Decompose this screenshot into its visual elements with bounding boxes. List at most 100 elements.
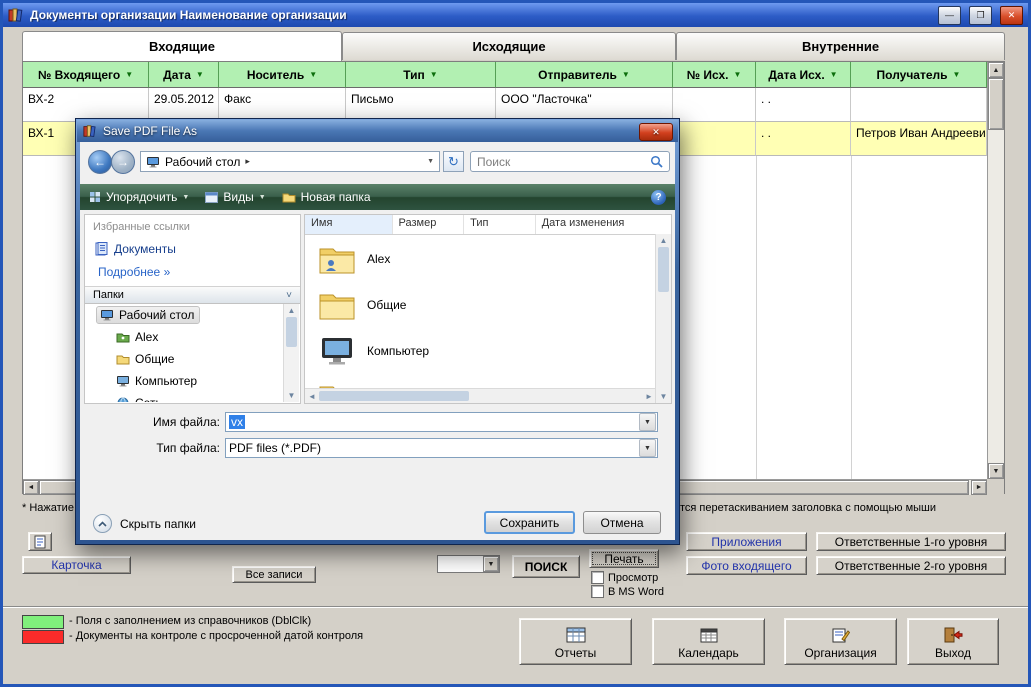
scroll-left-button[interactable]: ◄ [307, 392, 317, 401]
new-folder-button[interactable]: Новая папка [282, 190, 371, 204]
sort-arrow-icon[interactable]: ▼ [622, 71, 630, 79]
scroll-thumb[interactable] [988, 78, 1004, 130]
refresh-button[interactable]: ↻ [443, 151, 464, 172]
preview-checkbox[interactable]: Просмотр [591, 571, 658, 584]
card-button[interactable]: Карточка [22, 556, 131, 574]
computer-icon [116, 375, 130, 387]
filter-combobox[interactable]: ▼ [437, 555, 500, 573]
scroll-left-button[interactable]: ◄ [23, 480, 39, 495]
scroll-up-button[interactable]: ▲ [284, 306, 299, 315]
filename-input[interactable]: vx ▼ [225, 412, 658, 432]
breadcrumb-dropdown-icon[interactable]: ▼ [427, 158, 434, 165]
column-header[interactable]: № Исх.▼ [673, 62, 756, 88]
column-header[interactable]: Дата Исх.▼ [756, 62, 851, 88]
scroll-down-button[interactable]: ▼ [284, 391, 299, 400]
tab-outgoing[interactable]: Исходящие [342, 32, 676, 60]
sort-arrow-icon[interactable]: ▼ [196, 71, 204, 79]
new-document-button[interactable] [28, 532, 52, 551]
search-box[interactable]: Поиск [470, 151, 670, 172]
folder-icon [116, 354, 130, 365]
column-header[interactable]: Тип▼ [346, 62, 496, 88]
table-vertical-scrollbar[interactable]: ▲ ▼ [987, 62, 1004, 479]
responsible-level1-button[interactable]: Ответственные 1-го уровня [816, 532, 1006, 551]
sort-arrow-icon[interactable]: ▼ [125, 71, 133, 79]
sort-arrow-icon[interactable]: ▼ [733, 71, 741, 79]
column-header[interactable]: Дата▼ [149, 62, 219, 88]
exit-button[interactable]: Выход [907, 618, 999, 665]
maximize-button[interactable]: ❐ [969, 6, 992, 25]
breadcrumb-arrow-icon[interactable]: ▸ [245, 156, 250, 167]
favorites-more-link[interactable]: Подробнее » [98, 265, 170, 279]
breadcrumb-location[interactable]: Рабочий стол [165, 155, 240, 169]
list-item-obschie[interactable]: Общие [305, 282, 656, 328]
applications-button[interactable]: Приложения [686, 532, 807, 551]
responsible-level2-button[interactable]: Ответственные 2-го уровня [816, 556, 1006, 575]
table-row[interactable]: ВХ-2 29.05.2012 Факс Письмо ООО "Ласточк… [23, 88, 987, 122]
sort-arrow-icon[interactable]: ▼ [830, 71, 838, 79]
favorites-item-documents[interactable]: Документы [95, 242, 176, 256]
scroll-down-button[interactable]: ▼ [988, 463, 1004, 479]
tab-internal[interactable]: Внутренние [676, 32, 1005, 60]
breadcrumb[interactable]: Рабочий стол ▸ ▼ [140, 151, 440, 172]
tree-item-network[interactable]: Сеть [85, 392, 284, 402]
cancel-button[interactable]: Отмена [583, 511, 661, 534]
close-button[interactable]: ✕ [1000, 6, 1023, 25]
tree-item-desktop[interactable]: Рабочий стол [85, 304, 284, 326]
scroll-up-button[interactable]: ▲ [988, 62, 1004, 78]
favorites-title: Избранные ссылки [93, 221, 190, 233]
scroll-right-button[interactable]: ► [971, 480, 987, 495]
all-records-button[interactable]: Все записи [232, 566, 316, 583]
scroll-up-button[interactable]: ▲ [656, 236, 671, 245]
checkbox-box[interactable] [591, 571, 604, 584]
search-button[interactable]: ПОИСК [512, 555, 580, 578]
dialog-close-button[interactable]: ✕ [639, 123, 673, 141]
combo-arrow-icon[interactable]: ▼ [639, 439, 656, 457]
column-header[interactable]: Носитель▼ [219, 62, 346, 88]
msword-checkbox[interactable]: В MS Word [591, 585, 664, 598]
sort-arrow-icon[interactable]: ▼ [309, 71, 317, 79]
combo-arrow-icon[interactable]: ▼ [639, 413, 656, 431]
scroll-right-button[interactable]: ► [644, 392, 654, 401]
column-header[interactable]: Отправитель▼ [496, 62, 673, 88]
tree-item-computer[interactable]: Компьютер [85, 370, 284, 392]
checkbox-box[interactable] [591, 585, 604, 598]
back-button[interactable]: ← [88, 150, 112, 174]
file-list-vertical-scrollbar[interactable]: ▲ ▼ [655, 234, 671, 403]
hide-folders-button[interactable]: Скрыть папки [93, 514, 196, 533]
sort-arrow-icon[interactable]: ▼ [953, 71, 961, 79]
tree-item-obschie[interactable]: Общие [85, 348, 284, 370]
tree-item-alex[interactable]: Alex [85, 326, 284, 348]
organize-menu[interactable]: Упорядочить ▼ [89, 190, 189, 204]
chevron-down-icon[interactable]: ˅ [286, 290, 292, 301]
list-column-header[interactable]: Тип [464, 215, 536, 234]
file-list-horizontal-scrollbar[interactable]: ◄ ► [305, 388, 656, 403]
list-item-computer[interactable]: Компьютер [305, 328, 656, 374]
forward-button[interactable]: → [111, 150, 135, 174]
list-item-alex[interactable]: Alex [305, 236, 656, 282]
scroll-thumb[interactable] [286, 317, 297, 347]
organization-button[interactable]: Организация [784, 618, 897, 665]
minimize-button[interactable]: — [938, 6, 961, 25]
help-button[interactable]: ? [651, 190, 666, 205]
list-column-header[interactable]: Дата изменения [536, 215, 656, 234]
column-header[interactable]: № Входящего▼ [23, 62, 149, 88]
list-item-partial[interactable] [305, 374, 656, 389]
filetype-select[interactable]: PDF files (*.PDF) ▼ [225, 438, 658, 458]
list-column-header[interactable]: Имя [305, 215, 393, 234]
scroll-down-button[interactable]: ▼ [656, 392, 671, 401]
tree-scrollbar[interactable]: ▲ ▼ [283, 304, 299, 402]
calendar-button[interactable]: Календарь [652, 618, 765, 665]
folders-header[interactable]: Папки ˅ [85, 286, 300, 304]
scroll-thumb[interactable] [319, 391, 469, 401]
scroll-thumb[interactable] [658, 247, 669, 292]
views-menu[interactable]: Виды ▼ [205, 190, 265, 204]
sort-arrow-icon[interactable]: ▼ [430, 71, 438, 79]
photo-button[interactable]: Фото входящего [686, 556, 807, 575]
reports-button[interactable]: Отчеты [519, 618, 632, 665]
save-button[interactable]: Сохранить [484, 511, 575, 534]
list-column-header[interactable]: Размер [393, 215, 465, 234]
print-button[interactable]: Печать [589, 549, 659, 568]
tab-incoming[interactable]: Входящие [22, 31, 342, 61]
combo-arrow-icon[interactable]: ▼ [483, 556, 499, 572]
column-header[interactable]: Получатель▼ [851, 62, 987, 88]
